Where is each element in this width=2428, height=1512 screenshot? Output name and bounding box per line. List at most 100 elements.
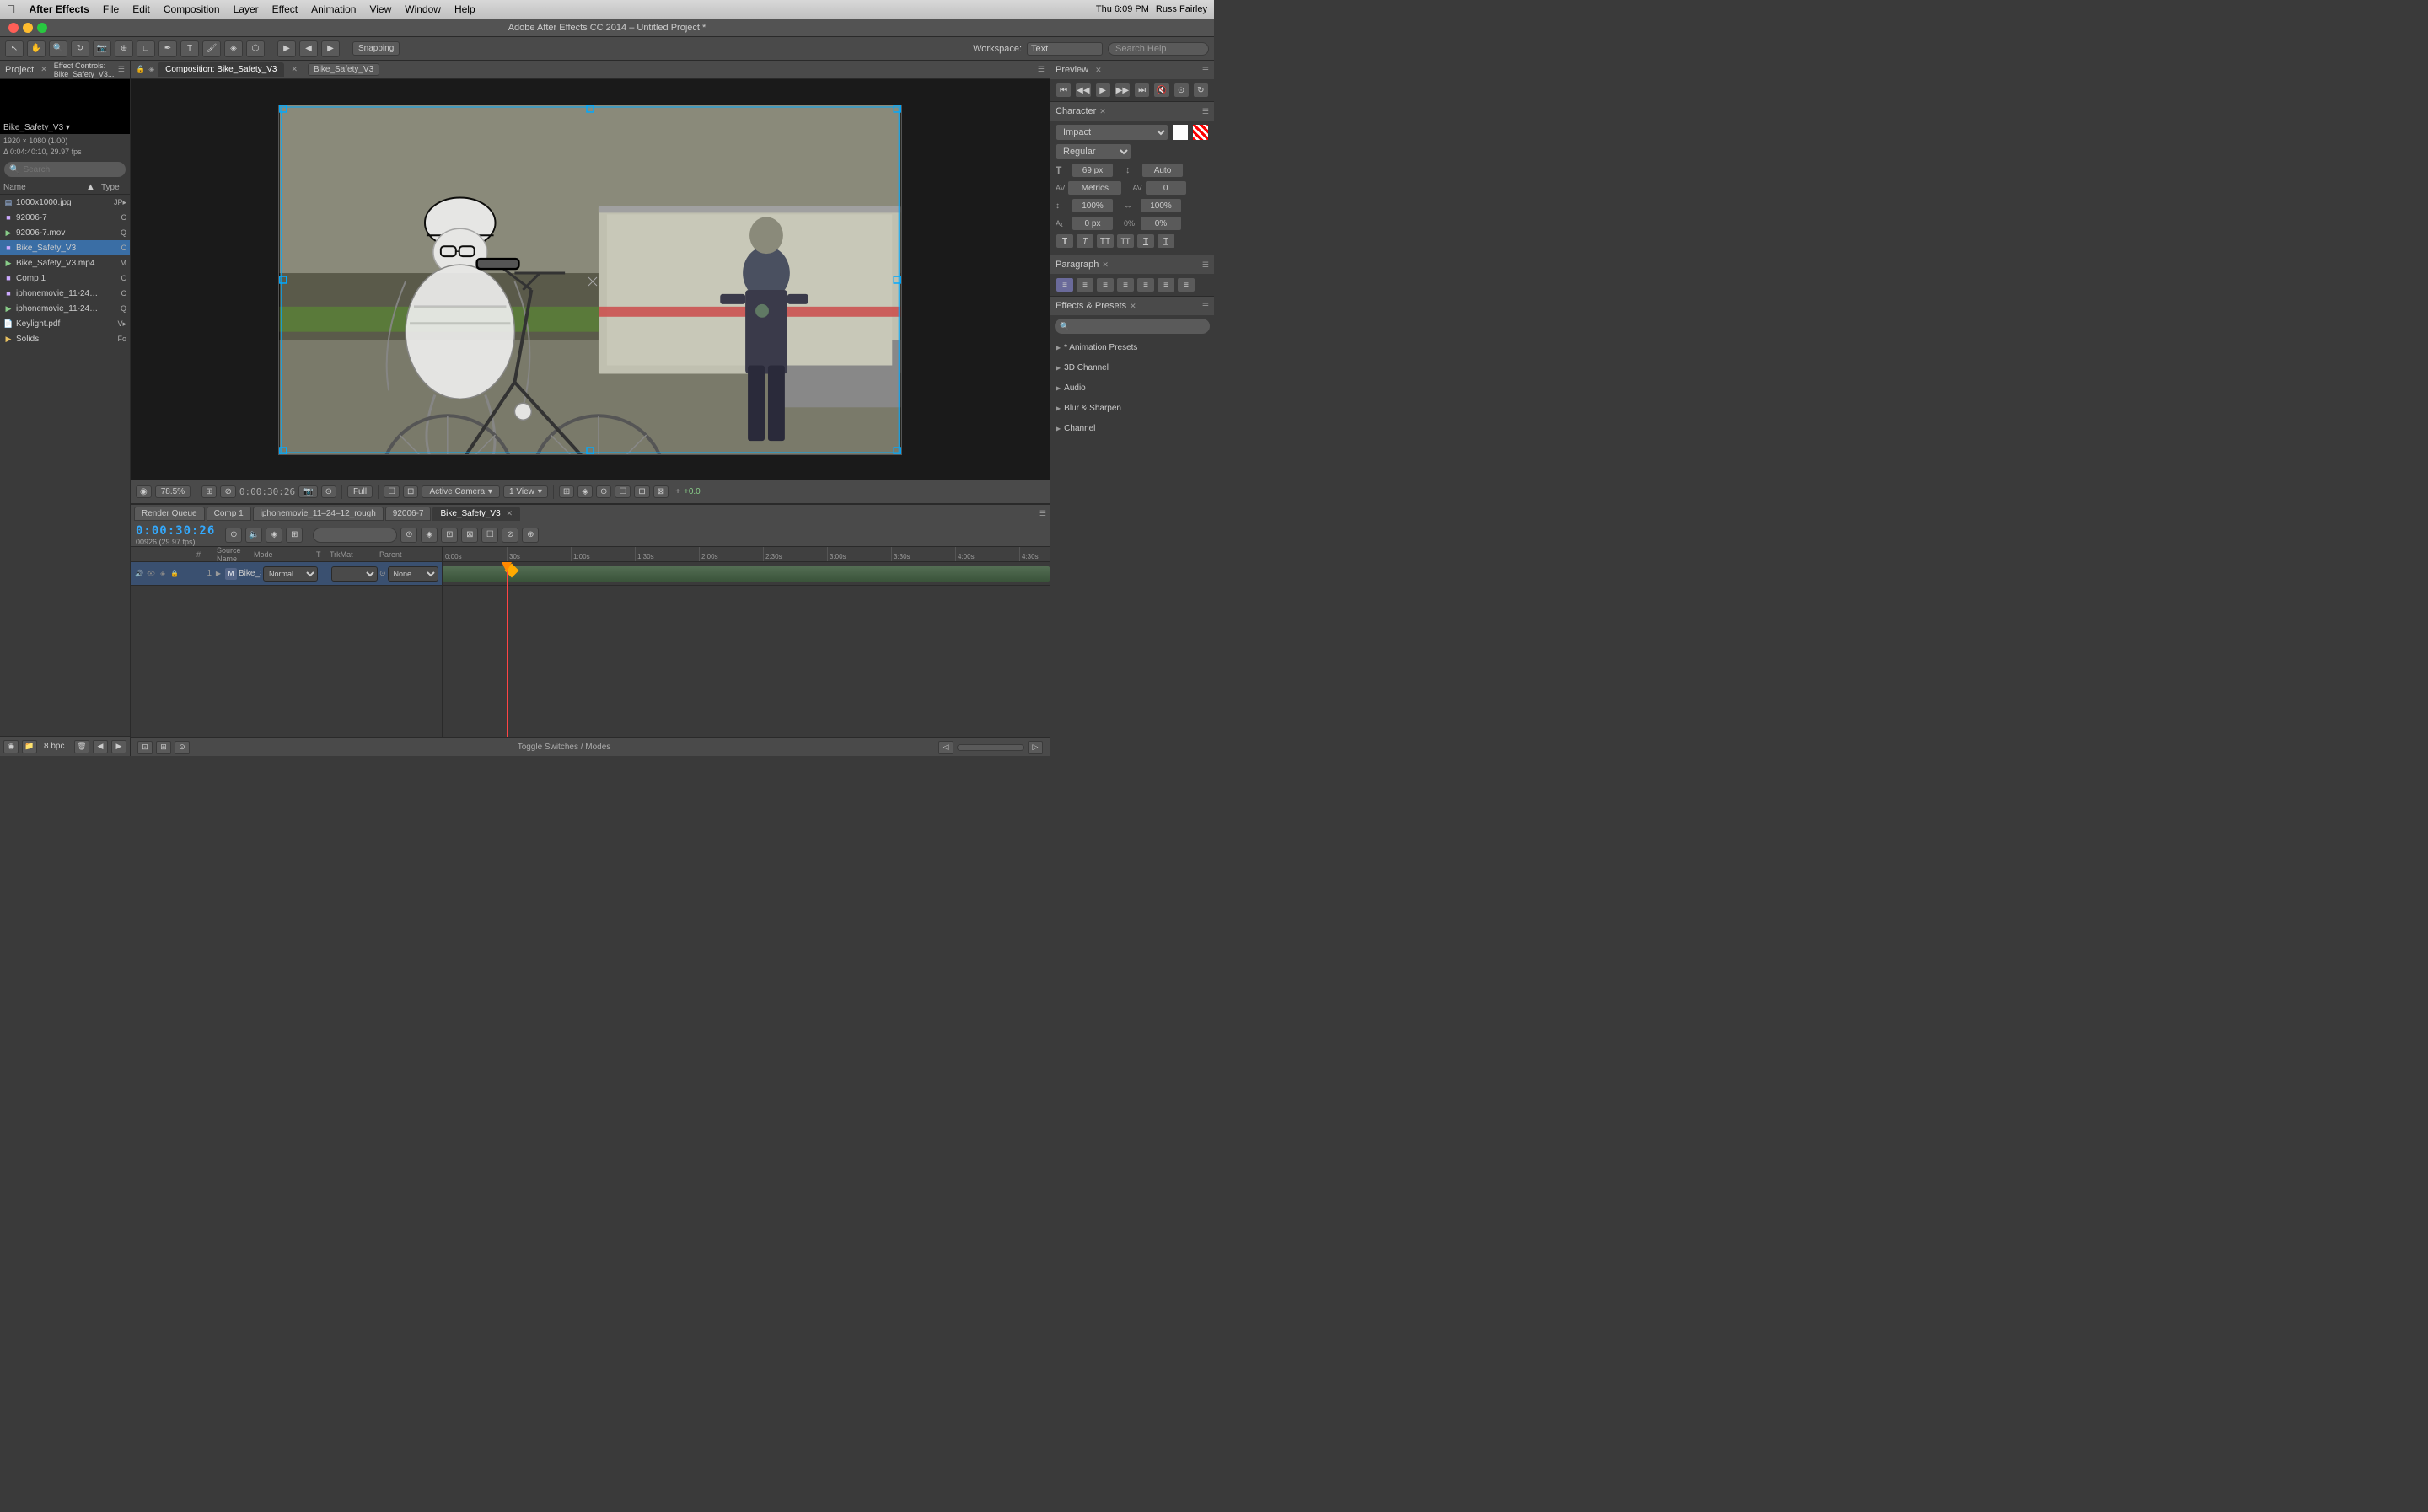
vert-scale-input[interactable] xyxy=(1072,198,1114,213)
paragraph-panel-menu[interactable]: ☰ xyxy=(1202,260,1209,270)
fps-btn[interactable]: ⊞ xyxy=(286,528,303,543)
anchor-tool[interactable]: ⊕ xyxy=(115,40,133,57)
forward-btn[interactable]: ▶ xyxy=(321,40,340,57)
maximize-btn[interactable] xyxy=(37,23,47,33)
menu-composition[interactable]: Composition xyxy=(164,3,220,15)
layer-parent-select[interactable]: None xyxy=(388,566,438,582)
tab-bike-safety[interactable]: Bike_Safety_V3 ✕ xyxy=(432,507,520,521)
font-family-select[interactable]: Impact xyxy=(1056,124,1168,141)
prev-btn[interactable]: ◀ xyxy=(93,740,108,753)
solo-switches-btn[interactable]: ⊙ xyxy=(225,528,242,543)
menu-edit[interactable]: Edit xyxy=(132,3,150,15)
preview-first-btn[interactable]: ⏮ xyxy=(1056,83,1072,98)
timeline-panel-menu[interactable]: ☰ xyxy=(1039,509,1046,518)
list-item[interactable]: ▶ Solids Fo xyxy=(0,331,130,346)
menu-view[interactable]: View xyxy=(369,3,391,15)
character-panel-close[interactable]: ✕ xyxy=(1099,107,1106,116)
tab-render-queue[interactable]: Render Queue xyxy=(134,507,205,521)
minimize-btn[interactable] xyxy=(23,23,33,33)
align-left-btn[interactable]: ≡ xyxy=(1056,277,1074,292)
effects-panel-menu[interactable]: ☰ xyxy=(1202,302,1209,311)
tab-comp1[interactable]: Comp 1 xyxy=(207,507,251,521)
comp-panel-menu[interactable]: ☰ xyxy=(1038,65,1045,74)
layer-expand-btn[interactable]: ▶ xyxy=(213,569,223,579)
stereo-btn[interactable]: ⊡ xyxy=(634,485,649,498)
play-btn[interactable]: ▶ xyxy=(277,40,296,57)
video-switch[interactable]: 👁 xyxy=(146,569,156,579)
delete-btn[interactable]: 🗑 xyxy=(74,740,89,753)
workspace-select[interactable]: Text xyxy=(1027,42,1103,56)
preview-loop-btn[interactable]: ↻ xyxy=(1193,83,1209,98)
guide-btn[interactable]: ⊘ xyxy=(220,485,235,498)
tl-btn2[interactable]: ◈ xyxy=(421,528,438,543)
effect-controls-tab[interactable]: Effect Controls: Bike_Safety_V3... xyxy=(54,62,115,78)
view-select[interactable]: 1 View ▾ xyxy=(503,485,548,498)
menu-layer[interactable]: Layer xyxy=(234,3,259,15)
solo-icon[interactable]: ◈ xyxy=(148,65,154,74)
render-btn[interactable]: ⊙ xyxy=(321,485,336,498)
tsukuri-input[interactable] xyxy=(1140,216,1182,231)
tl-btn6[interactable]: ⊘ xyxy=(502,528,518,543)
toggle-switches-btn[interactable]: ⊡ xyxy=(137,741,153,754)
list-item[interactable]: ■ iphonemovie_11-24-12_rough C xyxy=(0,286,130,301)
leading-input[interactable] xyxy=(1141,163,1184,178)
preview-prev-btn[interactable]: ◀◀ xyxy=(1075,83,1091,98)
effects-search-bar[interactable]: 🔍 xyxy=(1054,318,1211,335)
caps-btn[interactable]: TT xyxy=(1096,233,1115,249)
preview-panel-menu[interactable]: ☰ xyxy=(1202,66,1209,75)
quality-select[interactable]: Full xyxy=(347,485,373,498)
tab-92006[interactable]: 92006-7 xyxy=(385,507,432,521)
menu-window[interactable]: Window xyxy=(405,3,441,15)
bold-btn[interactable]: T xyxy=(1056,233,1074,249)
tracking-input[interactable] xyxy=(1145,180,1187,196)
new-comp-btn[interactable]: ◉ xyxy=(3,740,19,753)
snapping-toggle[interactable]: Snapping xyxy=(352,41,400,56)
effects-panel-close[interactable]: ✕ xyxy=(1130,302,1136,311)
project-search-bar[interactable]: 🔍 xyxy=(3,161,126,178)
preview-next-btn[interactable]: ▶▶ xyxy=(1115,83,1131,98)
expand-all-btn[interactable]: ⊞ xyxy=(156,741,171,754)
new-folder-btn[interactable]: 📁 xyxy=(22,740,37,753)
effects-category[interactable]: ▶ Channel xyxy=(1050,418,1214,438)
next-btn[interactable]: ▶ xyxy=(111,740,126,753)
overlay-btn[interactable]: ⊠ xyxy=(653,485,669,498)
preview-settings-btn[interactable]: ⊙ xyxy=(1174,83,1190,98)
tl-btn4[interactable]: ⊠ xyxy=(461,528,478,543)
zoom-out-btn[interactable]: ◁ xyxy=(938,741,953,754)
puppet-tool[interactable]: ⬡ xyxy=(246,40,265,57)
brush-tool[interactable]: 🖌 xyxy=(202,40,221,57)
comp-tab-active[interactable]: Composition: Bike_Safety_V3 xyxy=(158,62,284,77)
list-item[interactable]: ▤ 1000x1000.jpg JP▸ xyxy=(0,195,130,210)
align-right-btn[interactable]: ≡ xyxy=(1096,277,1115,292)
rotate-tool[interactable]: ↻ xyxy=(71,40,89,57)
horiz-scale-input[interactable] xyxy=(1140,198,1182,213)
solo-switch[interactable]: ◈ xyxy=(158,569,168,579)
justify-all-btn[interactable]: ≡ xyxy=(1177,277,1195,292)
preview-mute-btn[interactable]: 🔇 xyxy=(1153,83,1169,98)
layer-trkmat-select[interactable] xyxy=(331,566,378,582)
comp-tab-close[interactable]: ✕ xyxy=(291,65,298,74)
pen-tool[interactable]: ✒ xyxy=(158,40,177,57)
tl-btn1[interactable]: ⊙ xyxy=(400,528,417,543)
list-item[interactable]: 📄 Keylight.pdf V▸ xyxy=(0,316,130,331)
wireframe-btn[interactable]: ☐ xyxy=(615,485,631,498)
italic-btn[interactable]: T xyxy=(1076,233,1094,249)
search-help-input[interactable]: Search Help xyxy=(1108,42,1209,56)
justify-left-btn[interactable]: ≡ xyxy=(1116,277,1135,292)
paragraph-panel-close[interactable]: ✕ xyxy=(1102,260,1109,270)
menu-help[interactable]: Help xyxy=(454,3,475,15)
draft-btn[interactable]: ⊙ xyxy=(596,485,611,498)
effects-search-input[interactable] xyxy=(1069,322,1205,331)
tab-iphone-rough[interactable]: iphonemovie_11–24–12_rough xyxy=(253,507,384,521)
close-btn[interactable] xyxy=(8,23,19,33)
font-size-input[interactable] xyxy=(1072,163,1114,178)
list-item[interactable]: ▶ iphonemovie_11-24-12_rough.mov Q xyxy=(0,301,130,316)
layer-row[interactable]: 🔊 👁 ◈ 🔒 1 ▶ M Bike_Safety_V3.mp4 Normal xyxy=(131,562,442,586)
transparency-btn[interactable]: ☐ xyxy=(384,485,400,498)
comp-settings-btn[interactable]: ⊙ xyxy=(175,741,190,754)
hand-tool[interactable]: ✋ xyxy=(27,40,46,57)
lock-icon[interactable]: 🔒 xyxy=(136,65,145,74)
back-btn[interactable]: ◀ xyxy=(299,40,318,57)
grid-btn[interactable]: ⊞ xyxy=(201,485,217,498)
shape-tool[interactable]: □ xyxy=(137,40,155,57)
